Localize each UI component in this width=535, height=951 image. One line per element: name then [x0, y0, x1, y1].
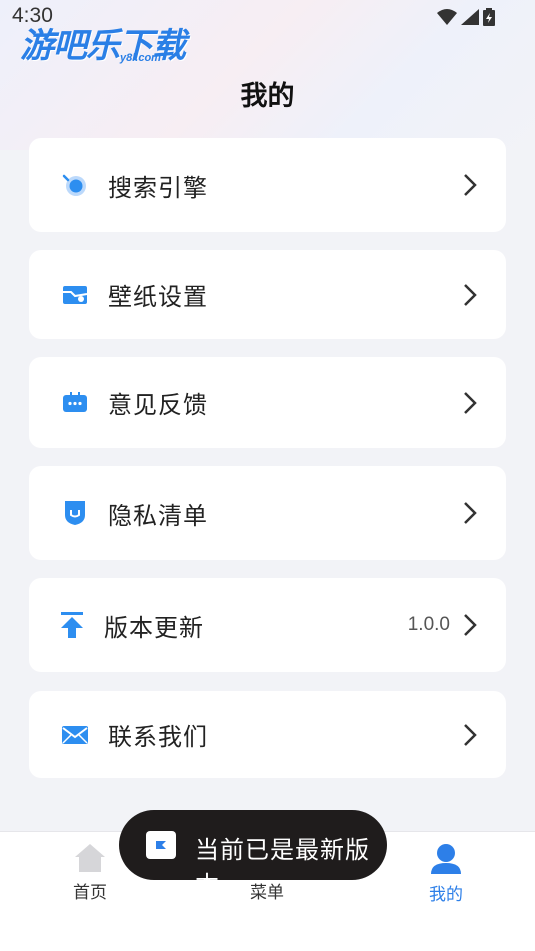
toast: 当前已是最新版本 — [119, 810, 387, 899]
menu-label-contact: 联系我们 — [108, 723, 208, 751]
menu-item-feedback[interactable]: 意见反馈 — [29, 357, 506, 448]
battery-icon — [483, 8, 495, 26]
menu-label-wallpaper: 壁纸设置 — [108, 283, 208, 311]
privacy-icon — [61, 499, 89, 527]
tab-home-label: 首页 — [73, 883, 107, 903]
user-icon — [431, 844, 461, 874]
page-title: 我的 — [240, 81, 295, 112]
tab-mine[interactable]: 我的 — [386, 842, 506, 905]
chevron-right-icon — [464, 723, 477, 746]
home-icon — [75, 844, 105, 872]
chevron-right-icon — [464, 614, 477, 636]
menu-label-update: 版本更新 — [104, 613, 204, 642]
chevron-right-icon — [464, 502, 477, 524]
chevron-right-icon — [464, 283, 477, 306]
menu-item-wallpaper[interactable]: 壁纸设置 — [29, 250, 506, 339]
tab-mine-label: 我的 — [429, 885, 463, 905]
menu-item-search-engine[interactable]: 搜索引擎 — [29, 138, 506, 232]
signal-icon — [461, 9, 479, 25]
menu-item-privacy[interactable]: 隐私清单 — [29, 466, 506, 560]
chevron-right-icon — [464, 174, 477, 196]
upload-icon — [58, 611, 86, 639]
menu-label-privacy: 隐私清单 — [108, 501, 208, 530]
status-icons — [437, 8, 495, 26]
menu-item-update[interactable]: 版本更新 1.0.0 — [29, 578, 506, 672]
search-engine-icon — [61, 171, 89, 199]
watermark-domain: y8l.com — [120, 52, 161, 64]
wifi-icon — [437, 9, 457, 25]
chat-icon — [61, 389, 89, 417]
toast-text: 当前已是最新版本 — [195, 836, 370, 899]
menu-item-contact[interactable]: 联系我们 — [29, 691, 506, 778]
mail-icon — [61, 721, 89, 749]
wallpaper-icon — [61, 281, 89, 309]
app-icon — [146, 831, 176, 859]
chevron-right-icon — [464, 391, 477, 414]
version-value: 1.0.0 — [407, 614, 450, 635]
menu-label-search-engine: 搜索引擎 — [108, 173, 208, 202]
menu-label-feedback: 意见反馈 — [108, 391, 208, 419]
watermark-logo: 游吧乐下载 y8l.com — [20, 18, 186, 66]
